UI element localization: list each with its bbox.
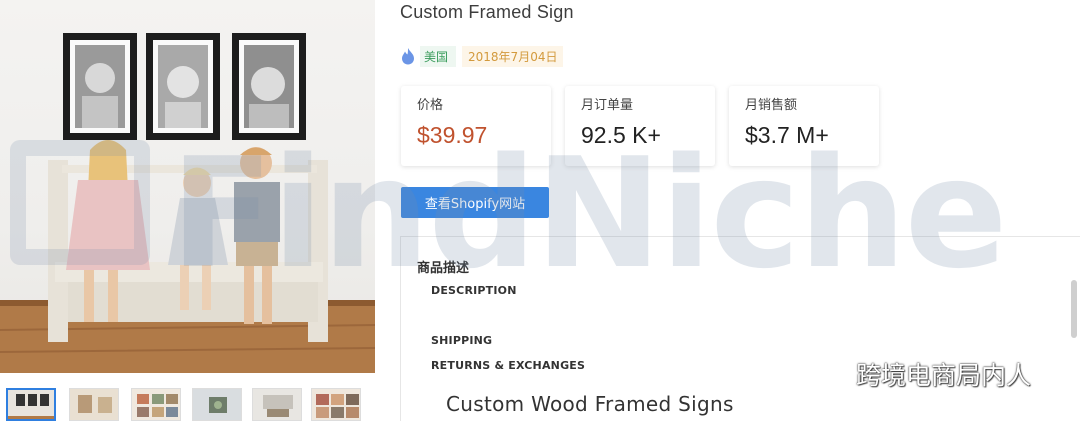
description-line: DESCRIPTION: [431, 284, 517, 297]
stat-card-price: 价格 $39.97: [401, 86, 551, 166]
country-tag: 美国: [420, 45, 457, 67]
thumbnail-6[interactable]: [311, 388, 361, 421]
description-heading: 商品描述: [417, 261, 470, 276]
description-line: RETURNS & EXCHANGES: [431, 359, 586, 372]
thumbnail-4[interactable]: [192, 388, 242, 421]
stat-value-monthly-sales: $3.7 M+: [745, 122, 829, 148]
stat-label: 月销售额: [745, 98, 798, 113]
stat-value-monthly-orders: 92.5 K+: [581, 122, 661, 148]
fire-icon: [402, 48, 414, 65]
frame-middle: [146, 33, 220, 140]
product-title: Custom Framed Sign: [400, 2, 574, 22]
thumbnail-3[interactable]: [131, 388, 181, 421]
stat-card-monthly-orders: 月订单量 92.5 K+: [565, 86, 715, 166]
view-shopify-button[interactable]: 查看Shopify网站: [401, 187, 549, 218]
product-photo: [0, 33, 375, 373]
description-line: SHIPPING: [431, 334, 493, 347]
description-big-title: Custom Wood Framed Signs: [446, 392, 734, 416]
thumbnail-strip: [6, 388, 371, 421]
frame-left: [63, 33, 137, 140]
date-tag: 2018年7月04日: [462, 45, 564, 67]
main-product-image: [0, 0, 375, 373]
product-meta: 美国 2018年7月04日: [400, 45, 564, 67]
stat-card-monthly-sales: 月销售额 $3.7 M+: [729, 86, 879, 166]
thumbnail-2[interactable]: [69, 388, 119, 421]
frame-right: [232, 33, 306, 140]
description-panel: 商品描述 DESCRIPTION SHIPPING RETURNS & EXCH…: [400, 236, 1080, 421]
stat-label: 月订单量: [581, 98, 634, 113]
scrollbar-thumb[interactable]: [1071, 280, 1077, 338]
thumbnail-1[interactable]: [6, 388, 56, 421]
stat-label: 价格: [417, 98, 444, 113]
thumbnail-5[interactable]: [252, 388, 302, 421]
stat-value-price: $39.97: [417, 122, 488, 148]
